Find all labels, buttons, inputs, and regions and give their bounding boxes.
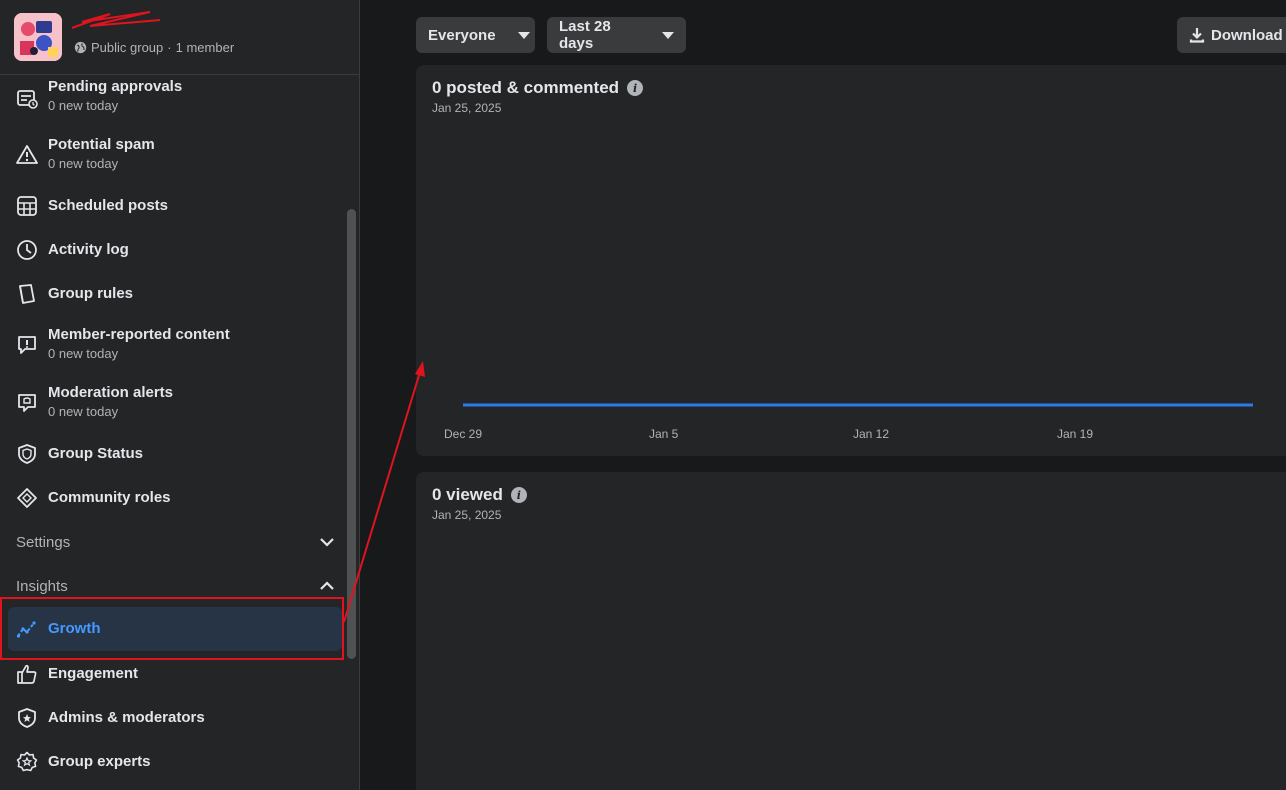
nav-sub: 0 new today	[48, 404, 119, 419]
viewed-title: 0 viewed i	[432, 485, 527, 505]
settings-section-label: Settings	[16, 533, 71, 551]
posted-commented-line-chart: Dec 29 Jan 5 Jan 12 Jan 19	[444, 403, 1253, 441]
group-header[interactable]: Public group · 1 member	[0, 0, 359, 75]
nav-label: Member-reported content	[48, 326, 230, 343]
nav-moderation-alerts[interactable]: Moderation alerts 0 new today	[8, 382, 342, 430]
nav-sub: 0 new today	[48, 346, 119, 361]
nav-label: Group experts	[48, 753, 151, 770]
group-privacy: Public group	[91, 40, 164, 55]
audience-dropdown-value: Everyone	[428, 26, 496, 44]
x-tick-label: Jan 5	[649, 427, 679, 441]
meta-separator: ·	[167, 40, 172, 55]
caret-down-icon	[662, 31, 674, 39]
nav-label: Potential spam	[48, 136, 155, 153]
redaction-scribble	[71, 11, 161, 29]
caret-down-icon	[517, 31, 530, 39]
nav-label: Activity log	[48, 241, 129, 258]
group-avatar[interactable]	[14, 13, 62, 61]
thumbs-up-icon	[16, 663, 38, 685]
report-bubble-icon	[16, 334, 38, 356]
clock-icon	[16, 239, 38, 261]
insights-main: Everyone Last 28 days Download 0 posted …	[361, 0, 1286, 790]
sidebar-scrollbar[interactable]	[347, 209, 356, 659]
nav-member-reported-content[interactable]: Member-reported content 0 new today	[8, 324, 342, 372]
badge-star-icon	[16, 751, 38, 773]
nav-sub: 0 new today	[48, 156, 119, 171]
pending-approvals-icon	[16, 88, 38, 110]
x-tick-label: Dec 29	[444, 427, 482, 441]
settings-section-toggle[interactable]: Settings	[16, 532, 336, 552]
date-range-dropdown-value: Last 28 days	[559, 18, 611, 52]
nav-admins-moderators[interactable]: Admins & moderators	[8, 702, 342, 734]
nav-group-experts[interactable]: Group experts	[8, 746, 342, 778]
book-icon	[16, 283, 38, 305]
posted-commented-card: 0 posted & commented i Jan 25, 2025 Dec …	[416, 65, 1286, 456]
nav-group-status[interactable]: Group Status	[8, 438, 342, 470]
group-meta: Public group · 1 member	[74, 40, 234, 55]
download-label: Download	[1211, 26, 1283, 44]
x-tick-label: Jan 19	[1057, 427, 1093, 441]
date-range-dropdown[interactable]: Last 28 days	[547, 17, 686, 53]
alert-bubble-icon	[16, 392, 38, 414]
shield-star-icon	[16, 707, 38, 729]
nav-sub: 0 new today	[48, 98, 119, 113]
annotation-highlight-box	[0, 597, 344, 660]
x-tick-label: Jan 12	[853, 427, 889, 441]
calendar-grid-icon	[16, 195, 38, 217]
nav-activity-log[interactable]: Activity log	[8, 234, 342, 266]
viewed-card: 0 viewed i Jan 25, 2025	[416, 472, 1286, 790]
nav-scheduled-posts[interactable]: Scheduled posts	[8, 190, 342, 222]
diamond-icon	[16, 487, 38, 509]
group-member-count[interactable]: 1 member	[176, 40, 235, 55]
nav-label: Pending approvals	[48, 78, 183, 95]
nav-label: Moderation alerts	[48, 384, 174, 401]
nav-label: Group rules	[48, 285, 134, 302]
download-button[interactable]: Download	[1177, 17, 1286, 53]
nav-potential-spam[interactable]: Potential spam 0 new today	[8, 134, 342, 182]
nav-label: Engagement	[48, 665, 139, 682]
insights-section-label: Insights	[16, 577, 68, 595]
nav-pending-approvals[interactable]: Pending approvals 0 new today	[8, 76, 342, 124]
shield-icon	[16, 443, 38, 465]
chevron-down-icon	[320, 538, 334, 547]
info-icon[interactable]: i	[510, 487, 527, 503]
warning-icon	[16, 144, 38, 166]
chevron-up-icon	[320, 581, 334, 590]
audience-dropdown[interactable]: Everyone	[416, 17, 535, 53]
nav-engagement[interactable]: Engagement	[8, 658, 342, 690]
nav-label: Group Status	[48, 445, 144, 462]
insights-section-toggle[interactable]: Insights	[16, 576, 336, 596]
globe-icon	[74, 41, 87, 54]
viewed-title-text: 0 viewed	[432, 485, 503, 504]
nav-label: Scheduled posts	[48, 197, 169, 214]
viewed-date: Jan 25, 2025	[432, 508, 502, 522]
nav-group-rules[interactable]: Group rules	[8, 278, 342, 310]
nav-label: Community roles	[48, 489, 171, 506]
nav-label: Admins & moderators	[48, 709, 205, 726]
admin-sidebar: Public group · 1 member Pending approval…	[0, 0, 360, 790]
download-icon	[1189, 28, 1205, 43]
nav-community-roles[interactable]: Community roles	[8, 482, 342, 514]
